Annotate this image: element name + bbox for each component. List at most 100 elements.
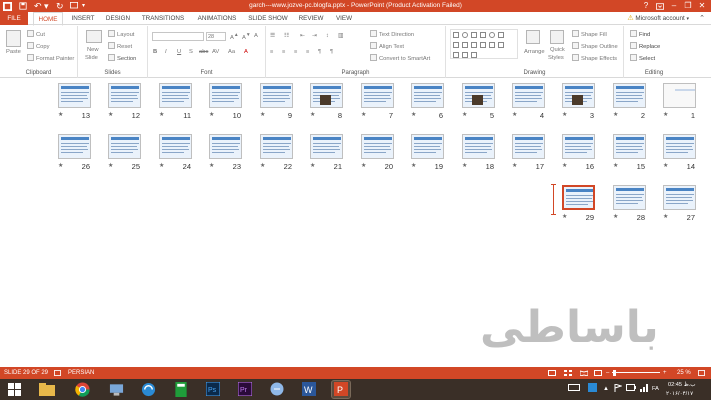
slide-thumbnail[interactable] — [663, 83, 696, 108]
slide-animation-icon[interactable]: ★ — [260, 111, 265, 120]
slide-thumbnail[interactable] — [512, 83, 545, 108]
tab-design[interactable]: DESIGN — [102, 12, 134, 25]
select-button[interactable]: Select — [630, 54, 655, 63]
battery-icon[interactable] — [626, 384, 636, 395]
font-color-icon[interactable]: A — [244, 48, 248, 56]
powerpoint-taskbar-icon[interactable]: P — [331, 380, 351, 399]
slide-thumbnail[interactable] — [361, 134, 394, 159]
zoom-slider[interactable] — [612, 372, 660, 373]
bullets-icon[interactable]: ☰ — [270, 32, 275, 40]
bold-button[interactable]: B — [153, 48, 157, 56]
tab-home[interactable]: HOME — [33, 12, 63, 26]
account-area[interactable]: ⚠ Microsoft account ▾ — [627, 12, 689, 26]
collapse-ribbon-icon[interactable]: ⌃ — [699, 12, 705, 25]
new-slide-icon[interactable] — [86, 30, 102, 43]
new-slide-button-line2[interactable]: Slide — [85, 54, 98, 62]
slide-thumbnail[interactable] — [462, 83, 495, 108]
layout-button[interactable]: Layout — [108, 30, 134, 39]
line-spacing-icon[interactable]: ↕ — [326, 32, 329, 40]
shape-fill-button[interactable]: Shape Fill — [572, 30, 607, 39]
align-left-icon[interactable]: ≡ — [270, 48, 273, 56]
shape-star-icon[interactable] — [489, 42, 495, 48]
close-button[interactable]: ✕ — [695, 0, 709, 12]
slide-thumbnail[interactable] — [562, 134, 595, 159]
paste-icon[interactable] — [6, 30, 21, 47]
chrome-icon[interactable] — [74, 381, 92, 398]
justify-icon[interactable]: ≡ — [306, 48, 309, 56]
align-text-button[interactable]: Align Text — [370, 42, 404, 51]
slide-animation-icon[interactable]: ★ — [411, 162, 416, 171]
section-button[interactable]: Section — [108, 54, 136, 63]
slide-animation-icon[interactable]: ★ — [462, 111, 467, 120]
restore-button[interactable]: ❐ — [681, 0, 695, 12]
find-button[interactable]: Find — [630, 30, 650, 39]
slide-animation-icon[interactable]: ★ — [613, 213, 618, 222]
slide-thumbnail[interactable] — [209, 83, 242, 108]
slide-thumbnail[interactable] — [108, 83, 141, 108]
show-hidden-icons[interactable]: ▲ — [603, 384, 609, 394]
shadow-button[interactable]: S — [189, 48, 193, 56]
slide-animation-icon[interactable]: ★ — [462, 162, 467, 171]
slide-thumbnail[interactable] — [310, 134, 343, 159]
language-indicator[interactable]: PERSIAN — [68, 367, 94, 379]
text-direction-button[interactable]: Text Direction — [370, 30, 414, 39]
shape-brace-icon[interactable] — [480, 42, 486, 48]
slide-thumbnail[interactable] — [209, 134, 242, 159]
increase-font-icon[interactable]: A▲ — [230, 32, 239, 42]
underline-button[interactable]: U — [177, 48, 181, 56]
align-center-icon[interactable]: ≡ — [282, 48, 285, 56]
slide-animation-icon[interactable]: ★ — [613, 111, 618, 120]
slide-animation-icon[interactable]: ★ — [663, 213, 668, 222]
shape-square-icon[interactable] — [498, 32, 504, 38]
slide-animation-icon[interactable]: ★ — [310, 162, 315, 171]
zoom-slider-thumb[interactable] — [613, 370, 616, 376]
increase-indent-icon[interactable]: ⇥ — [312, 32, 317, 40]
slide-thumbnail[interactable] — [613, 185, 646, 210]
slide-thumbnail[interactable] — [512, 134, 545, 159]
slide-animation-icon[interactable]: ★ — [159, 162, 164, 171]
shape-line-icon[interactable] — [480, 32, 486, 38]
slide-thumbnail[interactable] — [58, 83, 91, 108]
slide-animation-icon[interactable]: ★ — [108, 111, 113, 120]
slide-thumbnail[interactable] — [108, 134, 141, 159]
zoom-in-button[interactable]: + — [663, 367, 667, 379]
slide-thumbnail[interactable] — [663, 185, 696, 210]
copy-button[interactable]: Copy — [27, 42, 50, 51]
account-label[interactable]: Microsoft account — [635, 15, 684, 22]
slide-animation-icon[interactable]: ★ — [310, 111, 315, 120]
rtl-icon[interactable]: ¶ — [318, 48, 321, 56]
sync-app-icon[interactable] — [140, 381, 158, 398]
slide-animation-icon[interactable]: ★ — [361, 162, 366, 171]
slide-animation-icon[interactable]: ★ — [663, 111, 668, 120]
slide-animation-icon[interactable]: ★ — [613, 162, 618, 171]
tab-review[interactable]: REVIEW — [294, 12, 328, 25]
character-spacing-button[interactable]: AV — [212, 48, 219, 56]
slide-animation-icon[interactable]: ★ — [209, 111, 214, 120]
shape-bracket-icon[interactable] — [453, 52, 459, 58]
word-icon[interactable]: W — [300, 381, 318, 398]
slide-animation-icon[interactable]: ★ — [562, 213, 567, 222]
slide-animation-icon[interactable]: ★ — [361, 111, 366, 120]
zoom-level[interactable]: 25 % — [677, 367, 691, 379]
numbering-icon[interactable]: ☷ — [284, 32, 289, 40]
decrease-indent-icon[interactable]: ⇤ — [300, 32, 305, 40]
change-case-button[interactable]: Aa — [228, 48, 235, 56]
shape-arrow-icon[interactable] — [453, 42, 459, 48]
clock-date[interactable]: ۲۰۱۶/۰۴/۱۷ — [666, 389, 693, 399]
shape-circle-icon[interactable] — [489, 32, 495, 38]
slide-animation-icon[interactable]: ★ — [58, 111, 63, 120]
align-right-icon[interactable]: ≡ — [294, 48, 297, 56]
tray-app-icon[interactable] — [588, 383, 597, 396]
calculator-icon[interactable] — [172, 381, 190, 398]
quick-styles-button-line2[interactable]: Styles — [548, 54, 564, 62]
convert-smartart-button[interactable]: Convert to SmartArt — [370, 54, 430, 63]
shape-callout-icon[interactable] — [498, 42, 504, 48]
slide-thumbnail[interactable] — [159, 83, 192, 108]
slide-thumbnail[interactable] — [562, 83, 595, 108]
tab-slide-show[interactable]: SLIDE SHOW — [246, 12, 290, 25]
ltr-icon[interactable]: ¶ — [330, 48, 333, 56]
photoshop-icon[interactable]: Ps — [204, 381, 222, 398]
slide-thumbnail[interactable] — [260, 134, 293, 159]
clear-formatting-icon[interactable]: A — [254, 32, 258, 40]
arrange-button[interactable]: Arrange — [524, 48, 545, 56]
